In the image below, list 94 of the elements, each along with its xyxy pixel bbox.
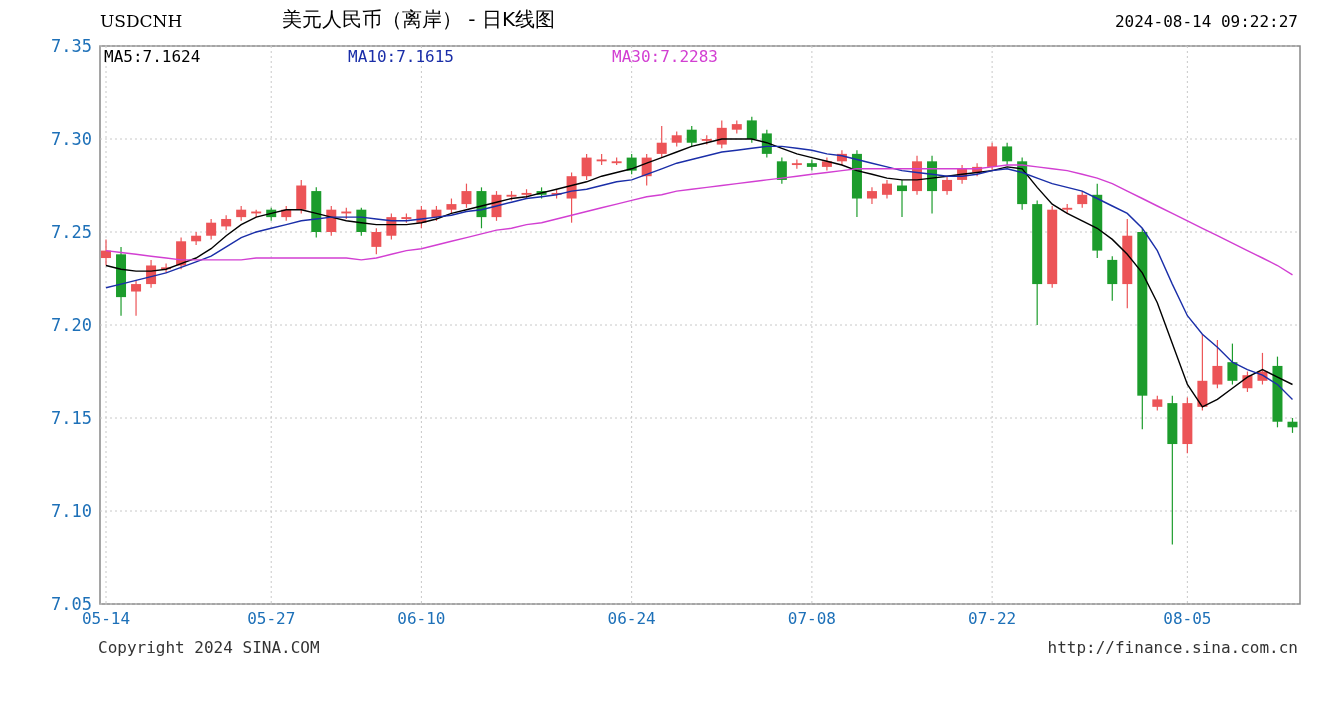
candlestick <box>566 171 577 224</box>
candlestick <box>1077 190 1088 209</box>
candlestick <box>356 207 367 237</box>
copyright-text: Copyright 2024 SINA.COM <box>98 637 320 659</box>
x-axis-label: 05-27 <box>247 609 296 628</box>
candlestick <box>446 197 457 214</box>
x-axis-label: 07-22 <box>968 609 1017 628</box>
x-axis-label: 05-14 <box>81 609 131 628</box>
candlestick <box>116 246 127 317</box>
candlestick <box>266 207 277 222</box>
candlestick <box>836 149 847 166</box>
candlestick <box>581 153 592 181</box>
candlestick <box>626 153 637 175</box>
candlestick <box>957 164 968 185</box>
candlestick <box>791 158 802 170</box>
candlestick <box>146 259 157 289</box>
candlestick <box>326 205 337 237</box>
candlestick <box>866 186 877 205</box>
candlestick <box>161 263 172 274</box>
symbol-label: USDCNH <box>100 9 184 33</box>
candlestick <box>731 119 742 134</box>
candlestick <box>401 212 412 224</box>
candlestick <box>1182 396 1193 454</box>
candlestick <box>701 134 712 146</box>
candlestick <box>611 157 622 166</box>
candlestick <box>1212 339 1223 389</box>
candlestick <box>506 190 517 201</box>
candlestick <box>1242 370 1253 393</box>
candlestick <box>1107 255 1118 302</box>
candlestick <box>1152 395 1163 412</box>
candlestick <box>897 179 907 218</box>
candlestick <box>251 209 262 218</box>
candlestick <box>386 212 397 241</box>
candlestick <box>1017 157 1028 211</box>
candlestick <box>776 157 787 185</box>
timestamp: 2024-08-14 09:22:27 <box>1114 11 1298 33</box>
y-axis-label: 7.35 <box>51 36 92 56</box>
y-axis-label: 7.25 <box>51 222 92 242</box>
x-axis-label: 08-05 <box>1163 609 1212 628</box>
candlestick <box>1257 352 1268 386</box>
candlestick <box>236 205 247 222</box>
candlestick <box>761 129 772 159</box>
candlestick <box>416 205 427 229</box>
candlestick <box>987 142 998 172</box>
candlestick <box>131 279 142 317</box>
candlestick <box>716 119 727 149</box>
candlestick <box>521 188 532 200</box>
candlestick <box>206 218 217 241</box>
candlestick <box>656 125 667 159</box>
x-axis-label: 07-08 <box>787 609 836 628</box>
legend-label: MA30:7.2283 <box>612 47 718 66</box>
candlestick <box>942 175 953 196</box>
candlestick <box>1002 142 1013 166</box>
candlestick <box>746 116 757 144</box>
chart-title: 美元人民币（离岸） - 日K线图 <box>282 6 556 33</box>
candlestick <box>431 205 442 222</box>
candlestick <box>221 214 232 231</box>
x-axis-label: 06-24 <box>607 609 656 628</box>
candlestick <box>1062 203 1073 214</box>
candlestick <box>311 186 322 239</box>
candlestick <box>912 155 922 196</box>
candlestick <box>176 237 187 270</box>
legend-label: MA5:7.1624 <box>104 47 201 66</box>
x-axis-label: 06-10 <box>397 609 446 628</box>
y-axis-label: 7.15 <box>51 408 92 428</box>
candlestick <box>191 231 202 246</box>
candlestick <box>101 238 111 267</box>
candlestick <box>281 205 292 222</box>
candlestick <box>882 179 892 200</box>
candlestick <box>536 186 547 200</box>
candlestick <box>686 125 697 148</box>
candlestick <box>1272 356 1283 428</box>
candlestick <box>972 162 983 177</box>
y-axis-label: 7.10 <box>51 501 92 521</box>
candlestick <box>806 158 817 172</box>
candlestick <box>821 157 832 172</box>
candlestick <box>596 153 607 166</box>
candlestick <box>476 186 487 229</box>
candlestick <box>341 207 352 220</box>
candlestick <box>927 155 938 214</box>
y-axis-label: 7.20 <box>51 315 92 335</box>
candlestick <box>671 130 682 148</box>
y-axis-label: 7.30 <box>51 129 92 149</box>
candlestick <box>296 179 307 214</box>
candlestick <box>1227 343 1238 386</box>
candlestick <box>371 227 382 255</box>
candlestick <box>851 149 862 218</box>
candlestick <box>641 153 652 187</box>
candlestick <box>1287 417 1298 434</box>
candlestick <box>461 183 472 209</box>
legend-label: MA10:7.1615 <box>348 47 454 66</box>
candlestick <box>491 190 502 222</box>
url-text: http://finance.sina.com.cn <box>1047 637 1298 659</box>
candlestick <box>551 188 562 200</box>
